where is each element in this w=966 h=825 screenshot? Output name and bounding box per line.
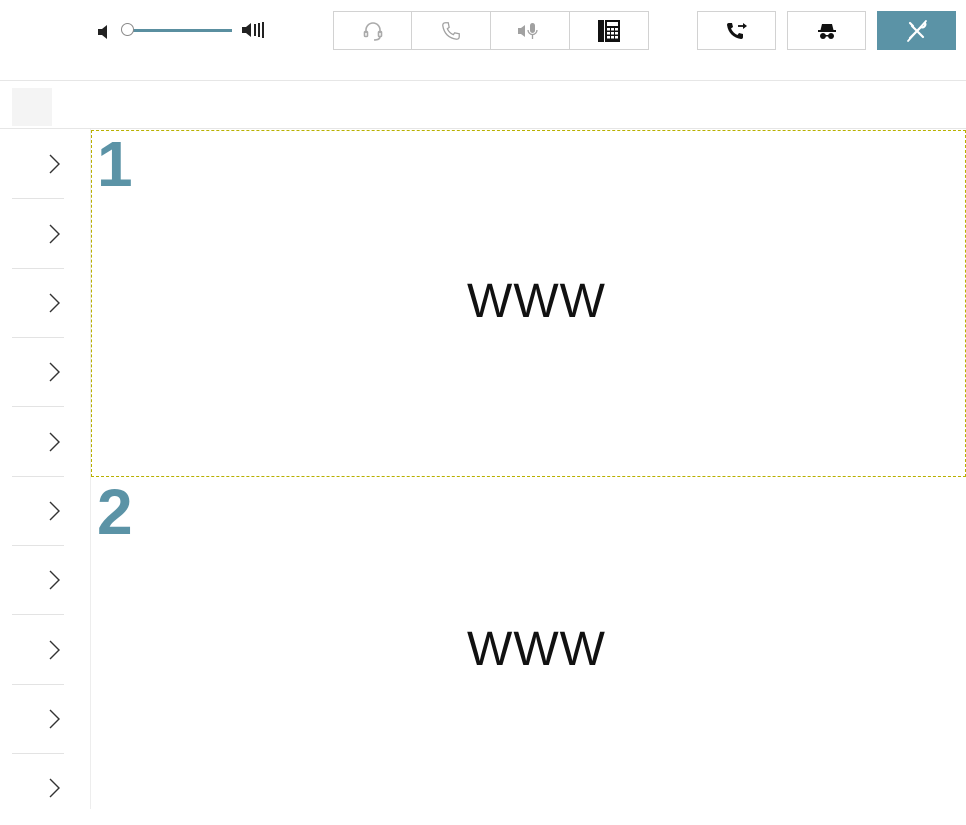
mute-microphone-button[interactable] <box>491 11 570 50</box>
phone-button[interactable] <box>412 11 491 50</box>
sidebar-row[interactable] <box>12 753 64 823</box>
sidebar-row[interactable] <box>12 545 64 615</box>
sidebar-row[interactable] <box>12 476 64 546</box>
tools-button[interactable] <box>877 11 956 50</box>
sidebar-row[interactable] <box>12 268 64 338</box>
slot-1[interactable]: 1 WWW <box>91 128 966 477</box>
incognito-icon <box>815 19 839 43</box>
slot-label: WWW <box>467 275 606 328</box>
dialpad-button[interactable] <box>570 11 649 50</box>
mute-microphone-icon <box>516 20 544 42</box>
toolbar <box>0 0 966 81</box>
sub-toolbar-tab[interactable] <box>12 88 52 126</box>
chevron-right-icon <box>49 224 60 244</box>
volume-low-icon[interactable] <box>96 22 116 42</box>
chevron-right-icon <box>49 640 60 660</box>
sub-toolbar <box>0 81 966 129</box>
divider <box>0 128 966 129</box>
chevron-right-icon <box>49 501 60 521</box>
chevron-right-icon <box>49 362 60 382</box>
sidebar <box>0 129 91 809</box>
chevron-right-icon <box>49 778 60 798</box>
phone-icon <box>440 20 462 42</box>
sidebar-row[interactable] <box>12 199 64 269</box>
call-transfer-icon <box>725 19 749 43</box>
incognito-button[interactable] <box>787 11 866 50</box>
chevron-right-icon <box>49 709 60 729</box>
slot-label: WWW <box>467 623 606 676</box>
sidebar-row[interactable] <box>12 684 64 754</box>
chevron-right-icon <box>49 432 60 452</box>
phone-controls-group <box>333 11 649 51</box>
slot-number: 1 <box>97 128 133 200</box>
sidebar-row[interactable] <box>12 129 64 199</box>
sidebar-row[interactable] <box>12 407 64 477</box>
slot-number: 2 <box>97 476 133 548</box>
chevron-right-icon <box>49 570 60 590</box>
tools-crossed-icon <box>904 18 930 44</box>
sidebar-row[interactable] <box>12 337 64 407</box>
volume-high-icon[interactable] <box>240 20 268 40</box>
slot-2[interactable]: 2 WWW <box>91 476 966 825</box>
dialpad-icon <box>597 19 621 43</box>
chevron-right-icon <box>49 154 60 174</box>
chevron-right-icon <box>49 293 60 313</box>
transfer-call-button[interactable] <box>697 11 776 50</box>
volume-slider-handle[interactable] <box>121 23 134 36</box>
volume-slider-track[interactable] <box>124 29 232 32</box>
headset-icon <box>361 19 385 43</box>
sidebar-row[interactable] <box>12 615 64 685</box>
headset-button[interactable] <box>333 11 412 50</box>
